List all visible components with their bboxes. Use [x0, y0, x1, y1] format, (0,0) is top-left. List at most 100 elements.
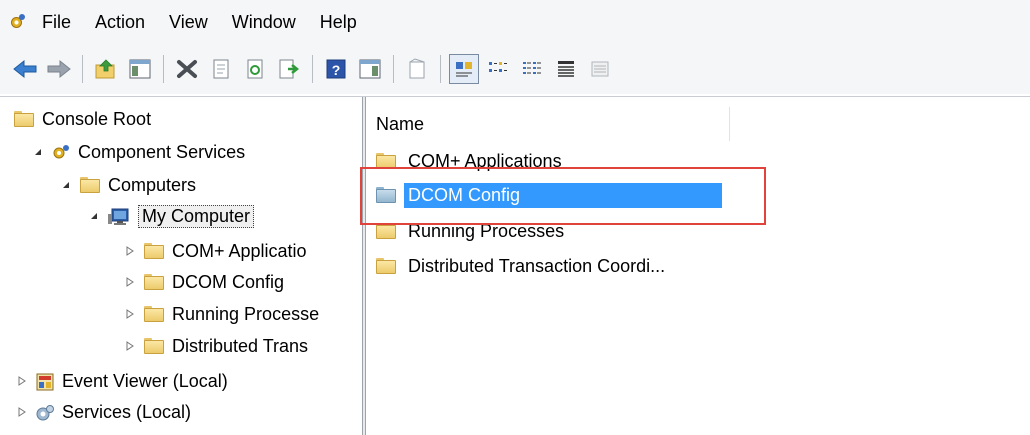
list-item-label: DCOM Config	[404, 182, 722, 208]
new-window-icon	[409, 58, 425, 79]
delete-icon	[177, 60, 197, 78]
folder-icon	[376, 223, 396, 239]
tree-label: My Computer	[138, 204, 255, 228]
expand-arrow-icon[interactable]	[16, 406, 28, 418]
toolbar-separator	[312, 55, 313, 83]
properties-button[interactable]	[206, 54, 236, 84]
custom-view-button[interactable]	[585, 54, 615, 84]
folder-icon	[144, 338, 164, 354]
folder-icon	[80, 177, 100, 193]
tree-node-my-computer[interactable]: My Computer	[88, 203, 255, 229]
list-view-icon	[523, 62, 541, 74]
services-gear-icon	[36, 404, 54, 421]
folder-icon	[144, 243, 164, 259]
show-hide-console-tree-button[interactable]	[125, 54, 155, 84]
refresh-button[interactable]	[240, 54, 270, 84]
tree-label: DCOM Config	[172, 271, 285, 292]
menu-action[interactable]: Action	[95, 12, 161, 33]
detail-view-icon	[558, 61, 574, 77]
toolbar: ?	[0, 44, 1030, 94]
back-arrow-icon	[13, 59, 37, 79]
help-icon: ?	[326, 59, 346, 79]
folder-icon	[376, 153, 396, 169]
tree-node-services[interactable]: Services (Local)	[16, 399, 191, 425]
folder-icon	[376, 187, 396, 203]
tree-label: COM+ Applicatio	[172, 240, 307, 261]
tree-node-com-plus-applications[interactable]: COM+ Applicatio	[124, 238, 307, 264]
show-hide-tree-icon	[129, 59, 151, 79]
tree-node-event-viewer[interactable]: Event Viewer (Local)	[16, 368, 228, 394]
list-column-header: Name	[366, 107, 1030, 141]
properties-icon	[213, 59, 229, 79]
collapse-arrow-icon[interactable]	[32, 146, 44, 158]
tree-label: Component Services	[78, 141, 246, 162]
toolbar-separator	[82, 55, 83, 83]
component-services-icon	[52, 144, 70, 160]
component-services-app-icon[interactable]	[10, 14, 26, 30]
export-list-icon	[279, 59, 300, 79]
list-item-dcom-config[interactable]: DCOM Config	[376, 181, 722, 209]
menu-view[interactable]: View	[169, 12, 224, 33]
new-window-button[interactable]	[402, 54, 432, 84]
expand-arrow-icon[interactable]	[124, 245, 136, 257]
event-viewer-icon	[36, 373, 54, 391]
expand-arrow-icon[interactable]	[124, 340, 136, 352]
list-item-label: Distributed Transaction Coordi...	[408, 255, 666, 276]
help-button[interactable]: ?	[321, 54, 351, 84]
forward-button[interactable]	[44, 54, 74, 84]
show-hide-action-pane-button[interactable]	[355, 54, 385, 84]
list-item-label: COM+ Applications	[408, 150, 562, 171]
expand-arrow-icon[interactable]	[124, 308, 136, 320]
tree-node-distributed-transaction[interactable]: Distributed Trans	[124, 333, 308, 359]
menu-window[interactable]: Window	[232, 12, 312, 33]
list-view-button[interactable]	[517, 54, 547, 84]
menu-help[interactable]: Help	[320, 12, 373, 33]
tree-node-running-processes[interactable]: Running Processe	[124, 301, 319, 327]
show-hide-action-pane-icon	[359, 59, 381, 79]
tree-label: Services (Local)	[62, 401, 192, 422]
console-tree: Console Root Component Services Computer…	[0, 97, 362, 435]
toolbar-separator	[393, 55, 394, 83]
tree-node-component-services[interactable]: Component Services	[32, 139, 245, 165]
forward-arrow-icon	[47, 59, 71, 79]
export-list-button[interactable]	[274, 54, 304, 84]
back-button[interactable]	[10, 54, 40, 84]
menu-file[interactable]: File	[42, 12, 87, 33]
tree-label: Event Viewer (Local)	[62, 370, 228, 391]
folder-icon	[376, 258, 396, 274]
up-folder-icon	[95, 59, 115, 79]
large-icons-view-icon	[456, 62, 472, 77]
collapse-arrow-icon[interactable]	[88, 210, 100, 222]
list-item-com-plus-applications[interactable]: COM+ Applications	[376, 147, 566, 175]
computer-icon	[108, 208, 130, 225]
tree-node-dcom-config[interactable]: DCOM Config	[124, 269, 284, 295]
small-icons-view-icon	[489, 62, 507, 72]
expand-arrow-icon[interactable]	[16, 375, 28, 387]
folder-icon	[144, 274, 164, 290]
list-item-running-processes[interactable]: Running Processes	[376, 217, 568, 245]
tree-label: Computers	[108, 174, 197, 195]
toolbar-separator	[440, 55, 441, 83]
list-item-distributed-transaction-coordinator[interactable]: Distributed Transaction Coordi...	[376, 252, 669, 280]
tree-label: Running Processe	[172, 303, 320, 324]
list-item-label: Running Processes	[408, 220, 565, 241]
tree-label: Console Root	[42, 108, 152, 129]
tree-node-computers[interactable]: Computers	[60, 172, 196, 198]
delete-button[interactable]	[172, 54, 202, 84]
up-one-level-button[interactable]	[91, 54, 121, 84]
tree-node-console-root[interactable]: Console Root	[14, 106, 151, 132]
detail-view-button[interactable]	[551, 54, 581, 84]
svg-text:?: ?	[332, 62, 341, 78]
large-icons-view-button[interactable]	[449, 54, 479, 84]
column-header-name[interactable]: Name	[366, 107, 730, 141]
custom-view-icon	[591, 61, 609, 77]
menu-bar: File Action View Window Help	[0, 0, 1030, 44]
refresh-icon	[247, 59, 263, 79]
small-icons-view-button[interactable]	[483, 54, 513, 84]
collapse-arrow-icon[interactable]	[60, 179, 72, 191]
folder-icon	[144, 306, 164, 322]
expand-arrow-icon[interactable]	[124, 276, 136, 288]
toolbar-separator	[163, 55, 164, 83]
folder-icon	[14, 111, 34, 127]
tree-label: Distributed Trans	[172, 335, 309, 356]
